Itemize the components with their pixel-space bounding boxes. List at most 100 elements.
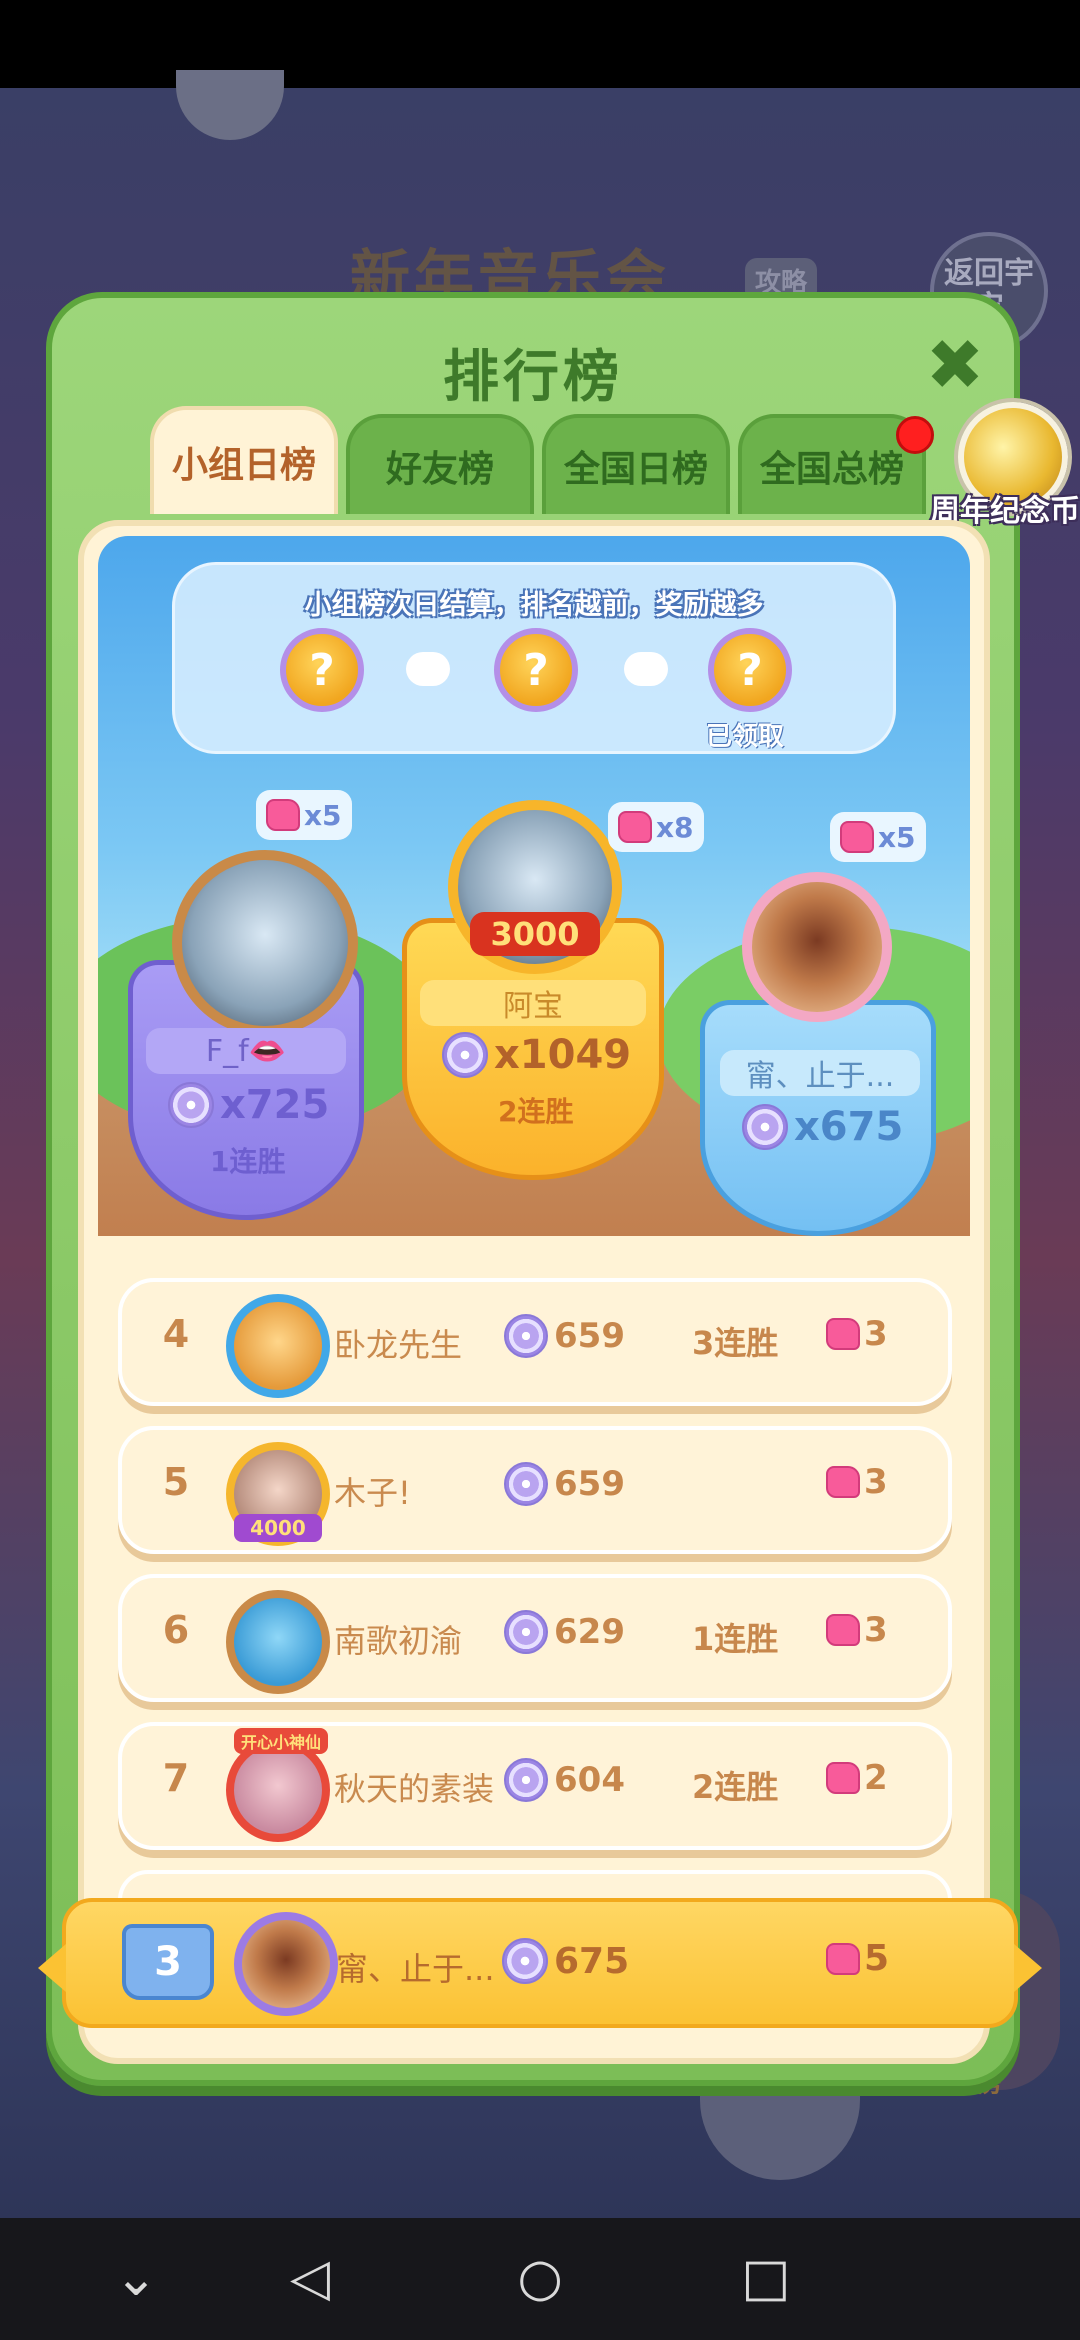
puzzle-icon <box>826 1614 860 1646</box>
player-name: 卧龙先生 <box>334 1326 463 1364</box>
name-second: F_f👄 <box>146 1028 346 1074</box>
puzzle-pieces: 2 <box>826 1758 888 1798</box>
rank-number: 5 <box>162 1460 190 1504</box>
puzzle-pieces: 3 <box>826 1462 888 1502</box>
player-name: 南歌初渝 <box>334 1622 463 1660</box>
disc-icon <box>504 1758 548 1802</box>
my-name: 甯、止于... <box>336 1950 495 1988</box>
close-icon[interactable]: ✖ <box>918 328 992 402</box>
table-row[interactable]: 5 4000 木子! 659 3 <box>118 1426 952 1554</box>
score-value: x675 <box>794 1104 904 1150</box>
left-arrow-icon <box>38 1944 66 1992</box>
badge-first: 3000 <box>470 912 600 956</box>
player-name: 木子! <box>334 1474 411 1512</box>
right-arrow-icon <box>1014 1944 1042 1992</box>
reward-chest-3[interactable]: ? <box>708 628 792 712</box>
my-score: 675 <box>502 1938 629 1984</box>
score-value: 604 <box>554 1760 625 1800</box>
tab-national-daily[interactable]: 全国日榜 <box>542 414 730 514</box>
crown-icon: 3 <box>122 1924 214 2000</box>
pieces-bubble-first: x8 <box>608 802 704 852</box>
pieces-value: 3 <box>864 1462 888 1502</box>
banner-text: 小组榜次日结算，排名越前，奖励越多 <box>304 590 764 621</box>
avatar[interactable] <box>226 1590 330 1694</box>
player-score: 629 <box>504 1610 625 1654</box>
back-icon[interactable]: ◁ <box>280 2248 340 2308</box>
recents-icon[interactable]: □ <box>736 2248 796 2308</box>
avatar-second[interactable] <box>172 850 358 1036</box>
puzzle-pieces: 3 <box>826 1314 888 1354</box>
score-third: x675 <box>742 1104 903 1150</box>
puzzle-icon <box>826 1942 860 1975</box>
score-value: 629 <box>554 1612 625 1652</box>
tab-bar: 小组日榜 好友榜 全国日榜 全国总榜 <box>150 406 926 514</box>
disc-icon <box>504 1314 548 1358</box>
player-score: 659 <box>504 1462 625 1506</box>
avatar-third[interactable] <box>742 872 892 1022</box>
score-value: 675 <box>554 1940 630 1982</box>
puzzle-icon <box>826 1318 860 1350</box>
pieces-value: x5 <box>304 798 342 832</box>
streak-first: 2连胜 <box>498 1095 574 1128</box>
reward-chest-1[interactable]: ? <box>280 628 364 712</box>
home-icon[interactable]: ○ <box>510 2248 570 2308</box>
rank-number: 6 <box>162 1608 190 1652</box>
puzzle-icon <box>840 821 874 853</box>
my-avatar[interactable] <box>234 1912 338 2016</box>
score-value: x1049 <box>494 1032 632 1078</box>
table-row[interactable]: 7 开心小神仙 秋天的素装 604 2连胜 2 <box>118 1722 952 1850</box>
name-first: 阿宝 <box>420 980 646 1026</box>
puzzle-pieces: 3 <box>826 1610 888 1650</box>
my-rank-bar[interactable]: 3 甯、止于... 675 5 <box>38 1898 1042 2028</box>
win-streak: 1连胜 <box>692 1620 779 1658</box>
score-value: x725 <box>220 1082 330 1128</box>
tab-friends[interactable]: 好友榜 <box>346 414 534 514</box>
player-score: 659 <box>504 1314 625 1358</box>
avatar[interactable] <box>226 1294 330 1398</box>
arrow-icon <box>406 652 450 686</box>
rank-number: 4 <box>162 1312 190 1356</box>
player-score: 604 <box>504 1758 625 1802</box>
disc-icon <box>502 1938 548 1984</box>
win-streak: 3连胜 <box>692 1324 779 1362</box>
streak-second: 1连胜 <box>210 1145 286 1178</box>
status-bar <box>0 0 1080 88</box>
disc-icon <box>742 1104 788 1150</box>
panel-title: 排行榜 <box>443 345 623 410</box>
tab-group-daily[interactable]: 小组日榜 <box>150 406 338 514</box>
puzzle-icon <box>826 1762 860 1794</box>
disc-icon <box>442 1032 488 1078</box>
reward-chest-2[interactable]: ? <box>494 628 578 712</box>
navigation-bar: ⌄ ◁ ○ □ <box>0 2218 1080 2340</box>
score-first: x1049 <box>442 1032 631 1078</box>
name-third: 甯、止于... <box>720 1050 920 1096</box>
disc-icon <box>168 1082 214 1128</box>
avatar-badge: 开心小神仙 <box>234 1728 328 1754</box>
pieces-value: x8 <box>656 810 694 844</box>
player-name: 秋天的素装 <box>334 1770 495 1808</box>
puzzle-icon <box>266 799 300 831</box>
pieces-value: 2 <box>864 1758 888 1798</box>
pieces-bubble-second: x5 <box>256 790 352 840</box>
disc-icon <box>504 1610 548 1654</box>
pieces-bubble-third: x5 <box>830 812 926 862</box>
table-row[interactable]: 4 卧龙先生 659 3连胜 3 <box>118 1278 952 1406</box>
score-value: 659 <box>554 1464 625 1504</box>
pieces-value: x5 <box>878 820 916 854</box>
win-streak: 2连胜 <box>692 1768 779 1806</box>
table-row[interactable]: 6 南歌初渝 629 1连胜 3 <box>118 1574 952 1702</box>
score-second: x725 <box>168 1082 329 1128</box>
score-value: 659 <box>554 1316 625 1356</box>
pieces-value: 3 <box>864 1610 888 1650</box>
pieces-value: 3 <box>864 1314 888 1354</box>
pieces-value: 5 <box>864 1938 890 1979</box>
claimed-label: 已领取 <box>706 722 785 752</box>
rank-number: 7 <box>162 1756 190 1800</box>
chevron-down-icon[interactable]: ⌄ <box>106 2248 166 2308</box>
notification-dot <box>896 416 934 454</box>
arrow-icon <box>624 652 668 686</box>
puzzle-icon <box>826 1466 860 1498</box>
my-pieces: 5 <box>826 1938 889 1979</box>
avatar-badge: 4000 <box>234 1514 322 1542</box>
disc-icon <box>504 1462 548 1506</box>
